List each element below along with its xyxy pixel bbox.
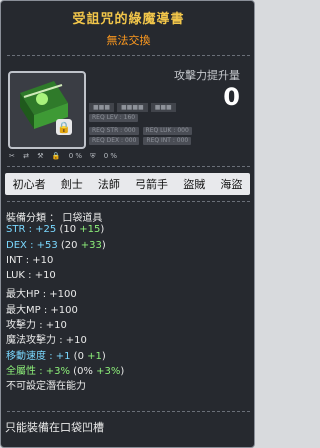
job-beginner: 初心者 — [12, 178, 46, 191]
req-luk: REQ LUK : 000 — [142, 127, 192, 135]
stat-int: INT : +10 — [6, 254, 54, 266]
tag-3: ■■■ — [150, 103, 176, 112]
percent-2: 0 % — [103, 152, 118, 160]
stat-dex: DEX : +53 (20 +33) — [6, 239, 106, 251]
lock-icon: 🔒 — [51, 152, 61, 160]
item-flags: ✂ ⇄ ⚒ 🔒 0 % ⛨ 0 % — [9, 152, 123, 161]
stat-potential-note: 不可設定潛在能力 — [6, 381, 86, 393]
footer-note: 只能裝備在口袋凹槽 — [5, 421, 104, 434]
divider — [7, 411, 250, 412]
svg-text:🔒: 🔒 — [57, 121, 71, 134]
req-row-2: REQ DEX : 000 REQ INT : 000 — [89, 137, 195, 145]
scissors-icon: ✂ — [9, 152, 15, 160]
attack-increase-label: 攻擊力提升量 — [174, 69, 240, 82]
shield-icon: ⛨ — [90, 152, 96, 160]
job-tags: ■■■ ■■■■ ■■■ — [89, 94, 179, 113]
stat-str: STR : +25 (10 +15) — [6, 224, 105, 236]
job-bar: 初心者 劍士 法師 弓箭手 盜賊 海盜 — [5, 173, 250, 195]
trade-icon: ⇄ — [23, 152, 29, 160]
tag-2: ■■■■ — [117, 103, 148, 112]
attack-increase-value: 0 — [223, 83, 240, 111]
stat-all: 全屬性 : +3% (0% +3%) — [6, 365, 125, 377]
stat-speed: 移動速度 : +1 (0 +1) — [6, 350, 106, 362]
job-archer: 弓箭手 — [135, 178, 169, 191]
stat-category: 裝備分類 ： 口袋道具 — [6, 213, 103, 224]
divider — [7, 55, 250, 56]
job-warrior: 劍士 — [60, 178, 83, 191]
req-dex: REQ DEX : 000 — [89, 137, 140, 145]
req-int: REQ INT : 000 — [143, 137, 192, 145]
anvil-icon: ⚒ — [37, 152, 44, 160]
untradeable-label: 無法交換 — [106, 34, 151, 47]
job-pirate: 海盜 — [220, 178, 243, 191]
stat-attack: 攻擊力 : +10 — [6, 320, 67, 332]
percent-1: 0 % — [68, 152, 83, 160]
stat-magic-attack: 魔法攻擊力 : +10 — [6, 335, 87, 347]
req-level-row: REQ LEV : 160 — [89, 114, 142, 122]
job-thief: 盜賊 — [183, 178, 206, 191]
req-row-1: REQ STR : 000 REQ LUK : 000 — [89, 127, 196, 135]
req-str: REQ STR : 000 — [89, 127, 139, 135]
req-level: REQ LEV : 160 — [89, 114, 139, 122]
green-book-icon: 🔒 — [20, 81, 72, 135]
divider — [7, 166, 250, 167]
divider — [7, 201, 250, 202]
stat-list: 裝備分類 ： 口袋道具 STR : +25 (10 +15) DEX : +53… — [6, 209, 124, 393]
tag-1: ■■■ — [89, 103, 115, 112]
item-icon-frame: 🔒 — [8, 71, 86, 149]
job-magician: 法師 — [97, 178, 120, 191]
stat-maxmp: 最大MP : +100 — [6, 304, 78, 316]
stat-maxhp: 最大HP : +100 — [6, 289, 77, 301]
stat-luk: LUK : +10 — [6, 270, 56, 282]
item-title: 受詛咒的綠魔導書 — [72, 12, 185, 27]
item-tooltip: 受詛咒的綠魔導書 無法交換 🔒 ■■■ ■■■■ ■■■ REQ LEV : 160… — [0, 0, 255, 448]
